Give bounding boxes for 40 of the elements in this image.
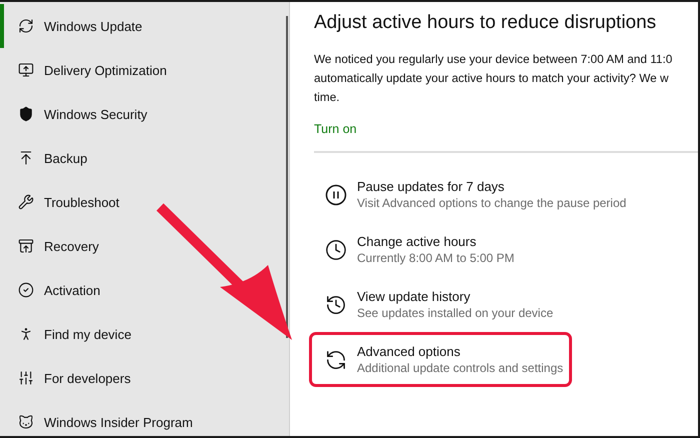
sidebar-item[interactable]: Backup [0, 136, 96, 180]
option-subtitle: Visit Advanced options to change the pause period [357, 196, 626, 210]
pause-icon [325, 184, 347, 206]
wrench-icon [18, 194, 34, 210]
option-title: Advanced options [357, 344, 462, 359]
history-icon [325, 294, 347, 316]
refresh-icon [18, 18, 34, 34]
sidebar-item[interactable]: Activation [0, 268, 108, 312]
check-circle-icon [18, 282, 34, 298]
option-subtitle: See updates installed on your device [357, 306, 554, 320]
shield-icon [18, 106, 34, 122]
option-title: View update history [357, 289, 472, 304]
option-item[interactable]: Advanced options Additional update controls and settings [309, 332, 572, 387]
option-subtitle: Additional update controls and settings [357, 361, 564, 375]
sidebar-item[interactable]: For developers [0, 356, 139, 400]
upload-icon [18, 62, 34, 78]
option-item[interactable]: View update history See updates installed on your device [309, 277, 562, 332]
option-item[interactable]: Change active hours Currently 8:00 AM to 5:00 PM [309, 222, 524, 277]
option-title: Change active hours [357, 234, 478, 249]
cat-icon [18, 414, 34, 430]
clock-icon [325, 238, 347, 260]
sidebar-item[interactable]: Windows Security [0, 92, 156, 136]
section-title: Adjust active hours to reduce disruptions [314, 12, 658, 34]
sidebar-item[interactable]: Windows Update [0, 4, 150, 48]
description-line: We noticed you regularly use your device between 7:00 AM and 11:0 [314, 51, 672, 68]
option-item[interactable]: Pause updates for 7 days Visit Advanced options to change the pause period [309, 167, 636, 222]
sidebar-item[interactable]: Recovery [0, 224, 107, 268]
sidebar-item[interactable]: Windows Insider Program [0, 400, 201, 436]
description-line: time. [314, 89, 340, 106]
scrollbar[interactable] [286, 16, 288, 338]
refresh-icon [325, 348, 347, 370]
sidebar-item[interactable]: Delivery Optimization [0, 48, 175, 92]
sidebar-item[interactable]: Troubleshoot [0, 180, 128, 224]
turn-on-link[interactable]: Turn on [314, 122, 357, 136]
option-subtitle: Currently 8:00 AM to 5:00 PM [357, 251, 514, 265]
restore-icon [18, 238, 34, 254]
sidebar-item[interactable]: Find my device [0, 312, 140, 356]
description-line: automatically update your active hours to match your activity? We w [314, 70, 669, 87]
option-title: Pause updates for 7 days [357, 179, 506, 194]
upload-arrow-icon [18, 150, 34, 166]
